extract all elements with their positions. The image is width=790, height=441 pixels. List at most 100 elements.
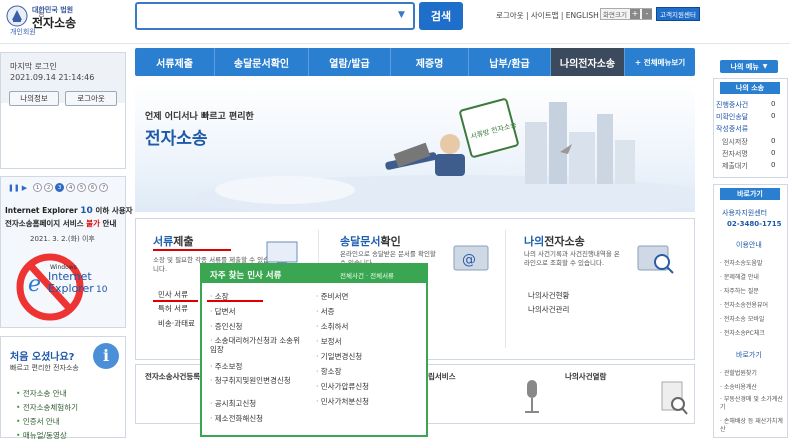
search-dropdown-icon[interactable]: ▼	[398, 10, 405, 20]
banner-page-2[interactable]: 2	[44, 183, 54, 192]
popup-item-address[interactable]: 주소보정	[210, 361, 243, 372]
banner-play-icon[interactable]: ▶	[22, 184, 27, 192]
filing-list-nonlitigation[interactable]: 비송·과태료	[158, 318, 195, 329]
banner-page-1[interactable]: 1	[33, 183, 43, 192]
bottom-case-view[interactable]: 나의사건열람	[565, 371, 606, 382]
my-list-manage[interactable]: 나의사건관리	[528, 304, 569, 315]
court-emblem-icon[interactable]	[6, 5, 28, 27]
row-e-signature[interactable]: 전자서명 0	[722, 149, 775, 159]
banner-page-3[interactable]: 3	[55, 183, 65, 192]
link-certificate-guide[interactable]: 인증서 안내	[16, 416, 60, 427]
logout-button[interactable]: 로그아웃	[65, 91, 117, 106]
nav-all-menu[interactable]: + 전체메뉴보기	[625, 48, 695, 76]
link-faq[interactable]: 자주하는 질문	[720, 286, 759, 295]
link-auction-calc[interactable]: 부동산경매 및 소가계산기	[720, 396, 784, 412]
services-divider	[505, 230, 506, 348]
nav-certificate[interactable]: 제증명	[391, 48, 469, 76]
row-unconfirmed[interactable]: 미확인송달 0	[716, 112, 775, 122]
link-troubleshoot[interactable]: 문제해결 안내	[720, 272, 759, 281]
link-manual-video[interactable]: 매뉴얼/동영상	[16, 430, 67, 441]
filing-highlight-line	[153, 249, 231, 251]
filing-list-patent[interactable]: 특허 서류	[158, 303, 188, 314]
popup-item-appeal[interactable]: 항소장	[316, 366, 342, 377]
nav-view-issue[interactable]: 열람/발급	[309, 48, 391, 76]
link-lawsuit-guide[interactable]: 전자소송 안내	[16, 388, 67, 399]
zoom-in-button[interactable]: +	[630, 9, 640, 19]
search-input[interactable]	[135, 2, 415, 30]
document-search-icon	[661, 381, 688, 415]
popup-item-settlement[interactable]: 제소전화해신청	[210, 413, 263, 424]
popup-item-evidence[interactable]: 서증	[316, 306, 335, 317]
nav-filing[interactable]: 서류제출	[135, 48, 215, 76]
utility-links[interactable]: 로그아웃 | 사이트맵 | ENGLISH	[496, 10, 599, 21]
nav-delivery[interactable]: 송달문서확인	[215, 48, 309, 76]
popup-item-claim-change[interactable]: 청구취지및원인변경신청	[210, 376, 305, 385]
popup-tabs[interactable]: 전체사건 · 전체서류	[340, 270, 394, 280]
ie-notice-line2: 전자소송홈페이지 서비스 불가 안내	[5, 218, 116, 229]
nav-payment[interactable]: 납부/환급	[469, 48, 551, 76]
my-menu-label: 나의 메뉴	[730, 62, 759, 71]
row-drafting-label: 작성중서류	[716, 125, 749, 133]
banner-page-4[interactable]: 4	[66, 183, 76, 192]
popup-item-answer[interactable]: 답변서	[210, 306, 236, 317]
hero-illustration: 서류방 전자소송	[195, 98, 695, 212]
link-viewer[interactable]: 전자소송전용뷰어	[720, 300, 768, 309]
popup-item-correction[interactable]: 보정서	[316, 336, 342, 347]
ie-line1-post: 이하 사용자	[92, 206, 133, 215]
link-lawsuit-trial[interactable]: 전자소송체험하기	[16, 402, 78, 413]
my-menu-button[interactable]: 나의 메뉴 ▼	[720, 60, 778, 73]
svg-text:@: @	[462, 252, 476, 268]
bottom-service[interactable]: 립서비스	[428, 371, 456, 382]
popup-item-withdrawal[interactable]: 소취하서	[316, 321, 349, 332]
popup-item-date-change[interactable]: 기일변경신청	[316, 351, 362, 362]
link-mobile[interactable]: 전자소송 모바일	[720, 314, 765, 323]
main-nav: 서류제출 송달문서확인 열람/발급 제증명 납부/환급 나의전자소송 + 전체메…	[135, 48, 695, 76]
search-button[interactable]: 검색	[419, 2, 463, 30]
popup-item-witness[interactable]: 증인신청	[210, 321, 243, 332]
banner-page-7[interactable]: 7	[99, 183, 109, 192]
link-pc-check[interactable]: 전자소송PC체크	[720, 328, 765, 337]
banner-page-5[interactable]: 5	[77, 183, 87, 192]
link-cost-calc[interactable]: 소송비용계산	[720, 382, 757, 391]
popup-item-injunction[interactable]: 민사가처분신청	[316, 396, 369, 407]
popup-item-public-notice[interactable]: 공시최고신청	[210, 398, 256, 409]
all-menu-label: + 전체메뉴보기	[634, 57, 686, 67]
support-center-button[interactable]: 고객지원센터	[656, 7, 700, 21]
my-lawsuit-title[interactable]: 나의전자소송	[524, 233, 585, 249]
support-phone: 02-3480-1715	[727, 220, 782, 228]
hero-subtitle: 언제 어디서나 빠르고 편리한	[145, 112, 254, 122]
ie-line2-pre: 전자소송홈페이지 서비스	[5, 219, 87, 228]
row-ongoing[interactable]: 진행중사건 0	[716, 100, 775, 110]
link-help[interactable]: 전자소송도움말	[720, 258, 763, 267]
filing-civil-highlight-line	[153, 300, 198, 302]
first-visit-subtitle: 빠르고 편리한 전자소송	[10, 364, 79, 372]
my-list-status[interactable]: 나의사건현황	[528, 290, 569, 301]
row-temp-saved[interactable]: 임시저장 0	[722, 137, 775, 147]
link-court-finder[interactable]: 관할법원찾기	[720, 368, 757, 377]
row-submit-wait[interactable]: 제출대기 0	[722, 161, 775, 171]
row-wait-value: 0	[771, 161, 776, 169]
nav-my-lawsuit[interactable]: 나의전자소송	[551, 48, 625, 76]
row-unconfirmed-value: 0	[771, 112, 776, 120]
filing-list-civil[interactable]: 민사 서류	[158, 289, 188, 300]
my-info-button[interactable]: 나의정보	[9, 91, 59, 106]
bottom-case-register[interactable]: 전자소송사건등록	[145, 371, 200, 382]
row-drafting[interactable]: 작성중서류	[716, 124, 748, 134]
popup-item-attachment[interactable]: 민사가압류신청	[316, 381, 369, 392]
zoom-out-button[interactable]: -	[642, 9, 652, 19]
filing-title[interactable]: 서류제출	[153, 233, 194, 249]
ie-line2-red: 불가	[86, 219, 100, 228]
delivery-title[interactable]: 송달문서확인	[340, 233, 401, 249]
popup-item-proxy[interactable]: 소송대리허가신청과 소송위임장	[210, 336, 305, 354]
ie-prohibited-icon: e Windows Internet Explorer 10	[16, 253, 108, 321]
banner-page-6[interactable]: 6	[88, 183, 98, 192]
chevron-down-icon: ▼	[762, 63, 768, 70]
row-temp-label: 임시저장	[722, 138, 748, 146]
ie-line1-pre: Internet Explorer	[5, 206, 81, 215]
hero-title: 전자소송	[145, 129, 208, 149]
support-center-label: 사용자지원센터	[722, 209, 768, 217]
banner-prev-icon[interactable]: ❚❚	[8, 184, 20, 192]
info-icon: i	[93, 343, 119, 369]
popup-item-brief[interactable]: 준비서면	[316, 291, 349, 302]
link-damage-calc[interactable]: 손해배상 등 재산가치계산	[720, 418, 784, 434]
